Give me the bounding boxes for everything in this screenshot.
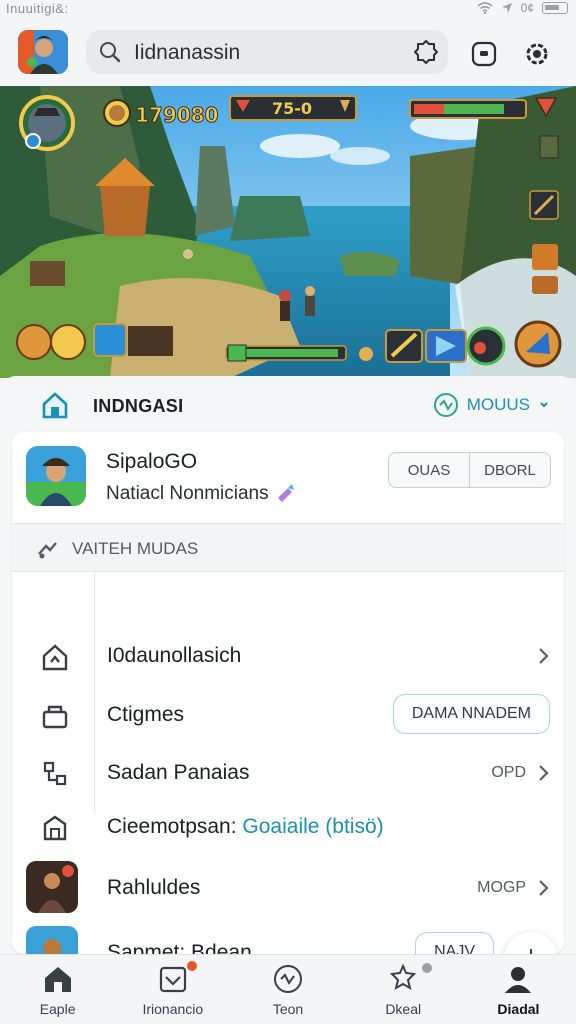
nav-tab-4[interactable]: Diadal	[461, 955, 576, 1024]
activity-icon	[274, 965, 302, 993]
search-icon	[100, 42, 121, 63]
segment-right[interactable]: DBORL	[470, 453, 550, 487]
store-icon	[43, 815, 67, 841]
section-label: VAITEH MUDAS	[72, 539, 199, 558]
section-header: VAITEH MUDAS	[12, 524, 564, 572]
more-label: MOUUS	[466, 395, 530, 414]
search-bar[interactable]: Iidnanassin	[86, 30, 448, 74]
hud-score: 179080	[135, 103, 219, 127]
search-input[interactable]: Iidnanassin	[134, 41, 240, 65]
list-item-label: Cieemotpsan: Goaiaile (btisö)	[107, 815, 384, 839]
segment-left[interactable]: OUAS	[389, 453, 470, 487]
list-item-meta: OPD	[491, 764, 526, 781]
bottom-nav: Eaple Irionancio Teon Dkeal Diadal	[0, 954, 576, 1024]
puzzle-icon	[390, 963, 417, 991]
list-item-2[interactable]: Sadan Panaias OPD	[12, 744, 564, 802]
game-thumbnail	[26, 926, 78, 954]
nav-label: Irionancio	[142, 1001, 204, 1017]
wifi-icon	[477, 2, 493, 14]
game-thumbnail	[26, 861, 78, 913]
nav-label: Diadal	[497, 1001, 540, 1017]
bottom-sheet: INDNGASI MOUUS SipaloGO Natiacl Nonmicia…	[0, 376, 576, 954]
nav-label: Teon	[272, 1001, 304, 1017]
filter-icon	[38, 542, 57, 559]
sheet-title: INDNGASI	[93, 396, 184, 416]
more-button[interactable]: MOUUS	[433, 392, 550, 418]
list-item-1[interactable]: Ctigmes DAMA NNADEM	[12, 686, 564, 744]
app-switch-icon[interactable]	[470, 40, 498, 68]
app-subtitle-text: Natiacl Nonmicians	[106, 483, 269, 504]
home-icon	[44, 967, 71, 992]
chevron-right-icon	[539, 648, 549, 664]
segmented-control[interactable]: OUAS DBORL	[388, 452, 551, 488]
hud-timer: 75-0	[272, 99, 312, 118]
gear-icon[interactable]	[523, 40, 551, 68]
status-bar: Inuuitigi&: 0¢	[0, 0, 576, 18]
list-item-4[interactable]: Rahluldes MOGP	[12, 859, 564, 917]
content-card: SipaloGO Natiacl Nonmicians OUAS DBORL V…	[12, 432, 564, 954]
list-item-3[interactable]: Cieemotpsan: Goaiaile (btisö)	[12, 798, 564, 856]
sheet-header: INDNGASI MOUUS	[0, 376, 576, 432]
app-name: SipaloGO	[106, 450, 198, 473]
app-subtitle: Natiacl Nonmicians	[106, 482, 296, 505]
nav-tab-2[interactable]: Teon	[230, 955, 345, 1024]
list-item-label: Ctigmes	[107, 703, 185, 726]
nav-tab-0[interactable]: Eaple	[0, 955, 115, 1024]
list-item-label: Sapmet: Bdean	[107, 941, 252, 954]
notification-badge	[187, 961, 198, 971]
status-dot	[421, 963, 432, 973]
game-banner[interactable]: 179080 75-0	[0, 86, 576, 378]
nav-tab-3[interactable]: Dkeal	[346, 955, 461, 1024]
location-icon	[501, 3, 512, 13]
profile-icon	[505, 967, 532, 993]
list-item-label: Rahluldes	[107, 876, 201, 899]
app-icon	[26, 446, 86, 506]
nav-label: Eaple	[39, 1001, 76, 1017]
nav-label: Dkeal	[385, 1001, 422, 1017]
list-item-label: I0daunollasich	[107, 644, 242, 667]
inbox-icon	[159, 966, 186, 993]
list-item-link[interactable]: Goaiaile (btisö)	[242, 815, 383, 838]
download-icon	[530, 949, 532, 954]
list-item-label-main: Cieemotpsan:	[107, 815, 237, 838]
chevron-right-icon	[539, 765, 549, 781]
app-summary[interactable]: SipaloGO Natiacl Nonmicians OUAS DBORL	[12, 432, 564, 524]
nav-tab-1[interactable]: Irionancio	[115, 955, 230, 1024]
list-item-0[interactable]: I0daunollasich	[12, 627, 564, 685]
upload-home-icon	[42, 644, 68, 671]
bag-icon	[42, 705, 68, 729]
chevron-down-icon	[540, 402, 548, 408]
avatar[interactable]	[18, 30, 68, 74]
home-icon	[42, 392, 68, 419]
activity-icon	[433, 393, 458, 417]
action-pill[interactable]: NAJV	[415, 932, 494, 954]
battery-icon	[542, 2, 568, 14]
sparkle-icon	[277, 484, 294, 502]
list-item-label: Sadan Panaias	[107, 761, 250, 784]
status-icons: 0¢	[477, 1, 568, 15]
status-carrier: Inuuitigi&:	[6, 1, 69, 16]
status-text: 0¢	[520, 1, 534, 15]
network-icon	[43, 761, 67, 786]
list-item-5[interactable]: Sapmet: Bdean NAJV	[12, 924, 564, 954]
action-pill[interactable]: DAMA NNADEM	[392, 694, 550, 734]
app-header: Iidnanassin	[0, 18, 576, 86]
settings-badge-icon[interactable]	[412, 38, 440, 66]
list-item-meta: MOGP	[477, 879, 526, 896]
chevron-right-icon	[539, 880, 549, 896]
